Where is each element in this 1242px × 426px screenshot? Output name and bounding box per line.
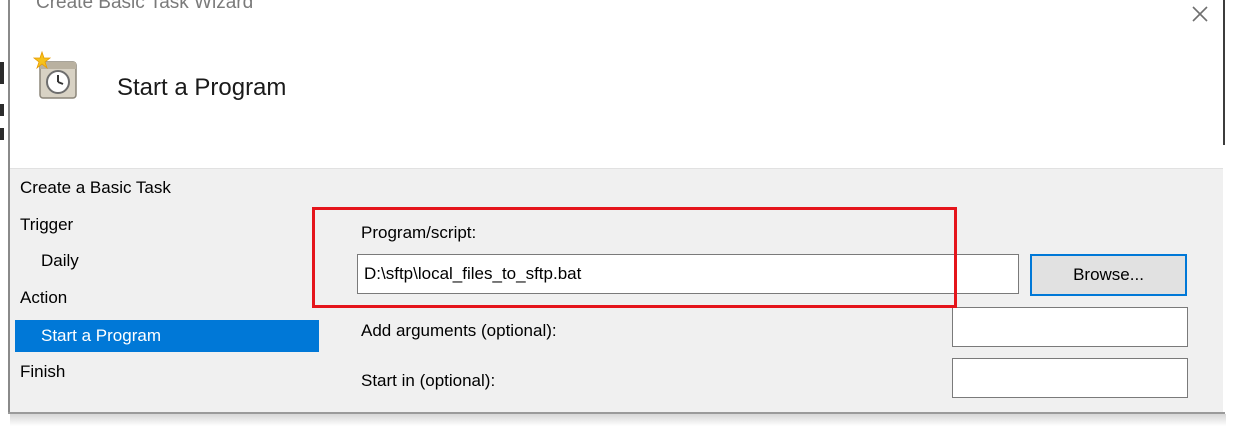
background-text-fragment [0,104,4,116]
add-arguments-label: Add arguments (optional): [361,321,557,340]
page-title: Start a Program [117,74,287,101]
add-arguments-input[interactable] [952,307,1188,347]
dialog-right-edge [1223,0,1225,145]
start-in-input[interactable] [952,358,1188,398]
nav-item-action[interactable]: Action [20,286,67,310]
start-in-label: Start in (optional): [361,371,496,390]
nav-item-start-a-program[interactable]: Start a Program [41,324,161,348]
task-scheduler-clock-icon [30,50,84,104]
nav-item-finish[interactable]: Finish [20,360,65,384]
nav-item-create-basic-task[interactable]: Create a Basic Task [20,176,171,200]
dialog-bottom-shadow [10,414,1226,426]
program-script-label: Program/script: [361,223,477,242]
nav-item-daily[interactable]: Daily [41,249,79,273]
program-script-input[interactable] [357,254,1019,294]
close-icon[interactable] [1188,2,1212,26]
browse-button[interactable]: Browse... [1030,254,1187,296]
background-text-fragment [0,128,4,140]
background-text-fragment [0,62,4,84]
screenshot-stage: Create Basic Task Wizard Start a Program [0,0,1242,426]
nav-item-trigger[interactable]: Trigger [20,213,73,237]
window-title: Create Basic Task Wizard [36,0,254,13]
